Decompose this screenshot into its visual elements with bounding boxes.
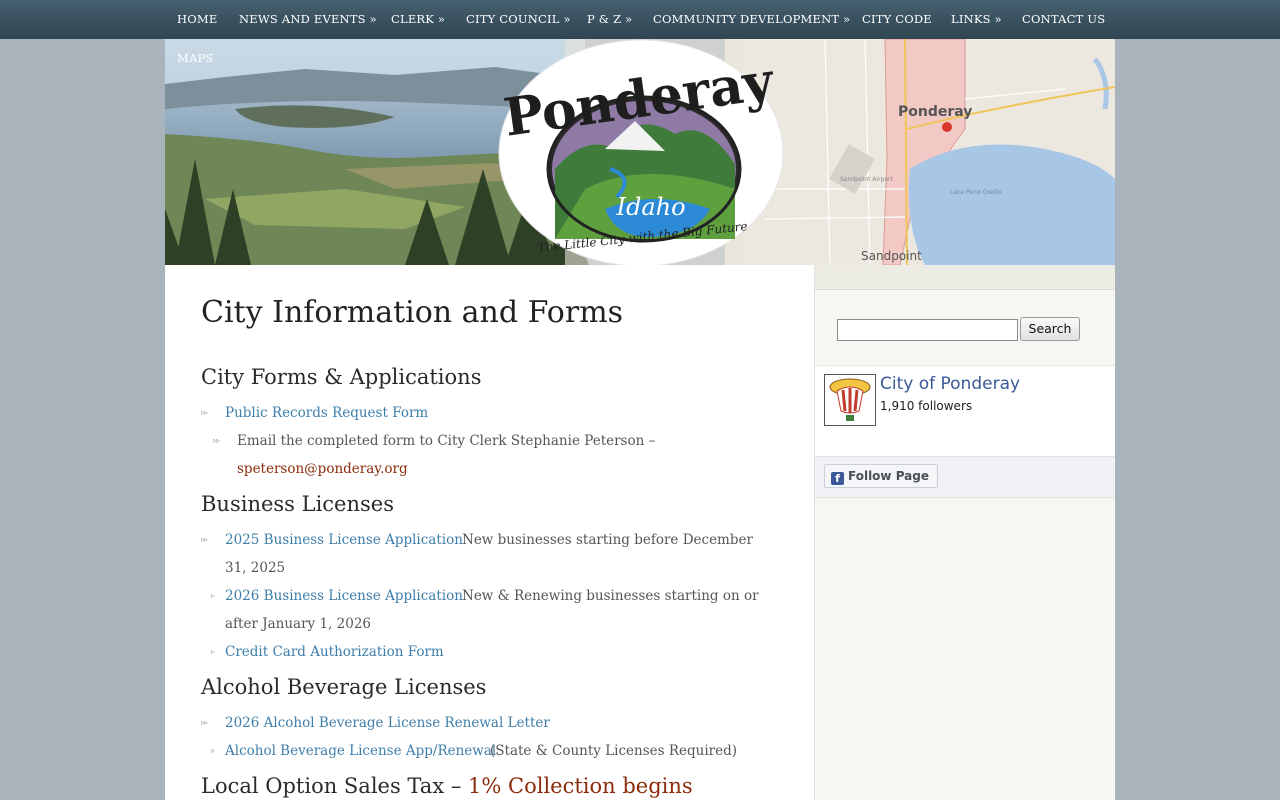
top-navigation: HOME NEWS AND EVENTS » CLERK » CITY COUN… — [0, 0, 1280, 39]
main-content: City Information and Forms City Forms & … — [165, 265, 814, 800]
nav-home[interactable]: HOME — [177, 12, 217, 26]
alcohol-license-app-note: (State & County Licenses Required) — [490, 743, 738, 759]
map-town-label: Sandpoint — [861, 249, 922, 263]
nav-city-code[interactable]: CITY CODE — [862, 12, 932, 26]
business-license-2025-desc: New businesses starting before December — [462, 532, 753, 548]
credit-card-authorization-link[interactable]: Credit Card Authorization Form — [225, 644, 444, 660]
logo-state: Idaho — [615, 193, 685, 221]
facebook-page-avatar[interactable] — [824, 374, 876, 426]
nav-city-council[interactable]: CITY COUNCIL » — [466, 12, 571, 26]
header-banner-image: Ponderay Sandpoint Lake Pend Oreille San… — [165, 39, 1115, 265]
business-license-2025-link[interactable]: 2025 Business License Application — [225, 532, 463, 548]
page-title: City Information and Forms — [201, 295, 624, 330]
facebook-follow-label: Follow Page — [848, 469, 929, 483]
bullet-icon: ▹▹ — [201, 535, 208, 544]
heading-sales-tax-highlight: 1% Collection begins — [468, 774, 693, 798]
business-license-2026-desc: New & Renewing businesses starting on or — [462, 588, 759, 604]
email-note: Email the completed form to City Clerk S… — [237, 433, 656, 449]
heading-sales-tax-prefix: Local Option Sales Tax – — [201, 774, 462, 798]
nav-clerk[interactable]: CLERK » — [391, 12, 445, 26]
facebook-follow-button[interactable]: f Follow Page — [824, 464, 938, 488]
nav-news-and-events[interactable]: NEWS AND EVENTS » — [239, 12, 377, 26]
balloon-logo-icon — [825, 375, 875, 425]
nav-community-development[interactable]: COMMUNITY DEVELOPMENT » — [653, 12, 850, 26]
heading-alcohol-licenses: Alcohol Beverage Licenses — [201, 675, 487, 699]
heading-sales-tax: Local Option Sales Tax – 1% Collection b… — [201, 774, 693, 798]
facebook-page-card: City of Ponderay 1,910 followers — [815, 365, 1115, 457]
nav-links[interactable]: LINKS » — [951, 12, 1002, 26]
bullet-icon: ▹ — [211, 647, 215, 656]
business-license-2026-desc-cont: after January 1, 2026 — [225, 616, 372, 632]
public-records-request-link[interactable]: Public Records Request Form — [225, 405, 428, 421]
bullet-icon: ▹ — [211, 746, 215, 755]
bullet-icon: ▹▹ — [213, 436, 220, 445]
facebook-follow-strip: f Follow Page — [815, 456, 1115, 498]
map-city-label: Ponderay — [898, 104, 972, 120]
map-lake-label: Lake Pend Oreille — [950, 189, 1002, 196]
nav-maps[interactable]: MAPS — [177, 51, 214, 65]
map-airport-label: Sandpoint Airport — [840, 176, 893, 183]
bullet-icon: ▹▹ — [201, 718, 208, 727]
nav-p-and-z[interactable]: P & Z » — [587, 12, 632, 26]
heading-business-licenses: Business Licenses — [201, 492, 394, 516]
clerk-email-link[interactable]: speterson@ponderay.org — [237, 461, 408, 477]
search-button[interactable]: Search — [1020, 317, 1080, 341]
business-license-2026-link[interactable]: 2026 Business License Application — [225, 588, 463, 604]
facebook-followers-count: 1,910 followers — [880, 399, 973, 413]
sidebar: Search City of Ponderay 1,910 followers … — [814, 265, 1115, 800]
heading-city-forms: City Forms & Applications — [201, 365, 482, 389]
nav-contact-us[interactable]: CONTACT US — [1022, 12, 1105, 26]
sidebar-top-bar — [815, 265, 1115, 290]
alcohol-renewal-letter-link[interactable]: 2026 Alcohol Beverage License Renewal Le… — [225, 715, 550, 731]
business-license-2025-desc-cont: 31, 2025 — [225, 560, 286, 576]
bullet-icon: ▹▹ — [201, 408, 208, 417]
header-banner: Ponderay Sandpoint Lake Pend Oreille San… — [165, 39, 1115, 265]
search-input[interactable] — [837, 319, 1018, 341]
ponderay-logo[interactable]: Ponderay Idaho The Little City with the … — [498, 39, 784, 265]
alcohol-license-app-link[interactable]: Alcohol Beverage License App/Renewal — [225, 743, 496, 759]
bullet-icon: ▹ — [211, 591, 215, 600]
facebook-page-name[interactable]: City of Ponderay — [880, 374, 1020, 394]
facebook-icon: f — [831, 472, 844, 485]
